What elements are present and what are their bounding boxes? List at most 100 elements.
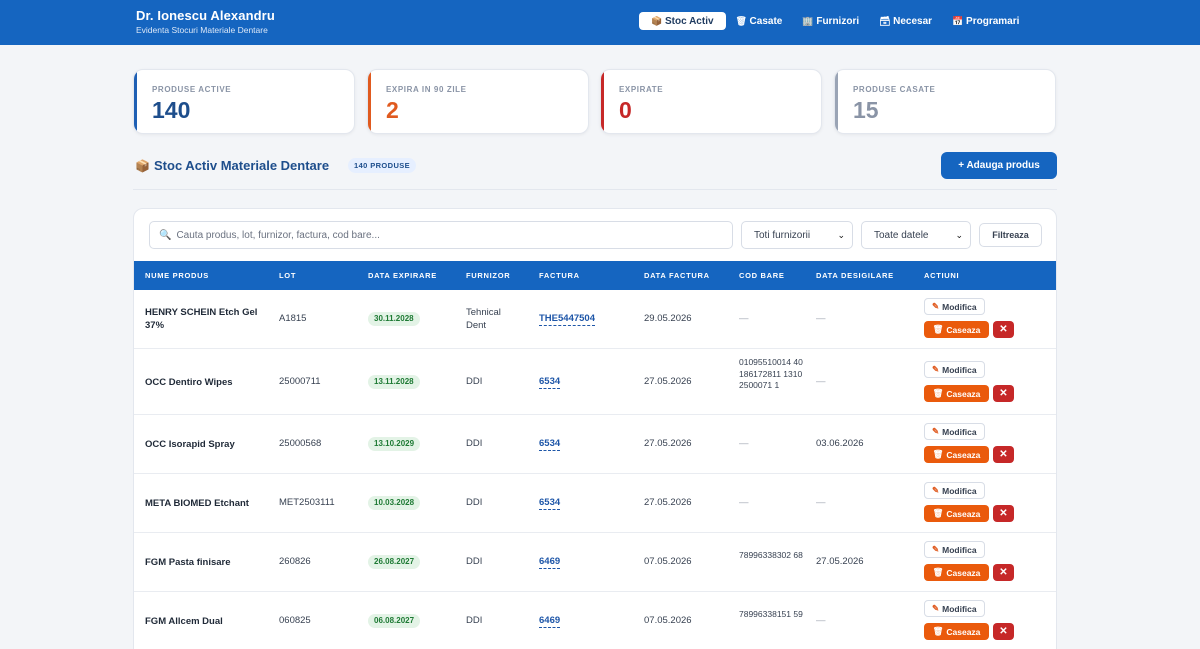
search-icon: 🔍 [159,229,172,241]
edit-button[interactable]: ✎ Modifica [924,298,985,315]
add-product-button[interactable]: + Adauga produs [941,152,1057,179]
invoice-link[interactable]: 6534 [539,497,561,510]
col-header[interactable]: LOT [279,271,296,280]
col-header[interactable]: DATA FACTURA [644,271,710,280]
delete-button[interactable]: ✕ [993,446,1014,463]
barcode: — [739,497,749,508]
delete-button[interactable]: ✕ [993,321,1014,338]
top-header: Dr. Ionescu Alexandru Evidenta Stocuri M… [0,0,1200,45]
supplier: DDI [466,438,483,449]
delete-button[interactable]: ✕ [993,623,1014,640]
supplier: DDI [466,497,483,508]
nav-label: Programari [966,15,1020,27]
chevron-down-icon: ⌄ [837,230,845,240]
col-header[interactable]: FURNIZOR [466,271,510,280]
edit-button[interactable]: ✎ Modifica [924,482,985,499]
col-header[interactable]: DATA DESIGILARE [816,271,894,280]
supplier: Tehnical Dent [466,307,501,331]
edit-label: Modifica [942,603,977,614]
card-accent [368,70,371,133]
edit-label: Modifica [942,426,977,437]
discard-button[interactable]: 🗑 Caseaza [924,321,989,338]
barcode: — [739,438,749,449]
search-input[interactable]: 🔍 Cauta produs, lot, furnizor, factura, … [149,221,733,249]
invoice-link[interactable]: 6534 [539,438,561,451]
table-row: OCC Dentiro Wipes 25000711 13.11.2028 DD… [134,349,1056,415]
trash-icon: 🗑 [932,324,944,334]
invoice-link[interactable]: THE5447504 [539,313,595,326]
nav-necesar[interactable]: 🗃 Necesar [869,12,942,30]
product-name: FGM Allcem Dual [145,616,223,627]
col-header[interactable]: NUME PRODUS [145,271,209,280]
product-name: OCC Dentiro Wipes [145,377,233,388]
unseal-date: 27.05.2026 [816,556,864,567]
nav-label: Necesar [893,15,933,27]
delete-button[interactable]: ✕ [993,385,1014,402]
col-header[interactable]: FACTURA [539,271,580,280]
nav-furnizori[interactable]: 🏢 Furnizori [792,12,869,30]
date-select[interactable]: Toate datele ⌄ [861,221,971,249]
app-subtitle: Evidenta Stocuri Materiale Dentare [136,25,268,35]
product-name: META BIOMED Etchant [145,498,249,509]
stat-label: EXPIRATE [619,85,664,94]
pencil-icon: ✎ [932,544,940,554]
product-name: FGM Pasta finisare [145,557,231,568]
stat-value: 15 [853,97,879,123]
table-row: HENRY SCHEIN Etch Gel 37% A1815 30.11.20… [134,290,1056,349]
stat-value: 0 [619,97,632,123]
nav-stoc-activ[interactable]: 📦 Stoc Activ [639,12,726,30]
invoice-link[interactable]: 6469 [539,556,561,569]
edit-button[interactable]: ✎ Modifica [924,541,985,558]
edit-button[interactable]: ✎ Modifica [924,600,985,617]
col-header[interactable]: COD BARE [739,271,785,280]
stat-value: 2 [386,97,399,123]
calendar-icon: 📅 [952,15,964,26]
trash-icon: 🗑 [735,15,747,26]
discard-label: Caseaza [946,567,981,578]
delete-button[interactable]: ✕ [993,505,1014,522]
discard-button[interactable]: 🗑 Caseaza [924,446,989,463]
expiry-date-pill: 30.11.2028 [368,312,420,326]
doctor-name: Dr. Ionescu Alexandru [136,8,275,23]
delete-button[interactable]: ✕ [993,564,1014,581]
box-icon: 📦 [651,15,663,26]
lot-number: 060825 [279,615,311,626]
pencil-icon: ✎ [932,485,940,495]
discard-button[interactable]: 🗑 Caseaza [924,623,989,640]
card-accent [134,70,137,133]
unseal-date: — [816,497,826,508]
discard-label: Caseaza [946,449,981,460]
stat-card-active: PRODUSE ACTIVE 140 [133,69,355,134]
nav-programari[interactable]: 📅 Programari [942,12,1029,30]
barcode: 78996338302 68 [739,550,803,560]
invoice-link[interactable]: 6534 [539,376,561,389]
invoice-date: 07.05.2026 [644,615,692,626]
supplier-select[interactable]: Toti furnizorii ⌄ [741,221,853,249]
pencil-icon: ✎ [932,364,940,374]
main-nav: 📦 Stoc Activ 🗑 Casate 🏢 Furnizori 🗃 Nece… [639,12,1029,30]
discard-button[interactable]: 🗑 Caseaza [924,505,989,522]
expiry-date-pill: 26.08.2027 [368,555,421,569]
edit-button[interactable]: ✎ Modifica [924,361,985,378]
edit-button[interactable]: ✎ Modifica [924,423,985,440]
trash-icon: 🗑 [932,567,944,577]
unseal-date: — [816,376,826,387]
discard-button[interactable]: 🗑 Caseaza [924,564,989,581]
filter-button[interactable]: Filtreaza [979,223,1042,247]
expiry-date-pill: 13.10.2029 [368,437,421,451]
stat-label: EXPIRA IN 90 ZILE [386,85,467,94]
table-row: META BIOMED Etchant MET2503111 10.03.202… [134,474,1056,533]
product-count-badge: 140 PRODUSE [348,158,417,173]
trash-icon: 🗑 [932,449,944,459]
lot-number: 260826 [279,556,311,567]
expiry-date-pill: 06.08.2027 [368,614,421,628]
barcode: 78996338151 59 [739,609,803,619]
nav-label: Stoc Activ [665,15,714,27]
invoice-date: 27.05.2026 [644,438,692,449]
col-header[interactable]: DATA EXPIRARE [368,271,437,280]
nav-casate[interactable]: 🗑 Casate [726,12,793,30]
discard-button[interactable]: 🗑 Caseaza [924,385,989,402]
invoice-link[interactable]: 6469 [539,615,561,628]
col-header: ACTIUNI [924,271,960,280]
supplier: DDI [466,556,483,567]
